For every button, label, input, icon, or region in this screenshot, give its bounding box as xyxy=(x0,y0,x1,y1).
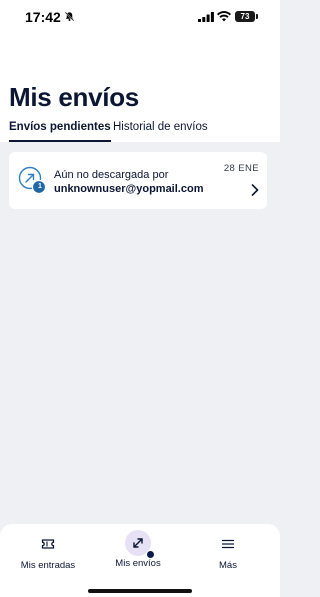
transfer-count-badge: 1 xyxy=(38,183,42,190)
status-bar: 17:42 73 xyxy=(0,0,280,36)
transfer-status: Aún no descargada por xyxy=(54,169,169,181)
nav-label-my-transfers: Mis envíos xyxy=(115,558,161,569)
tab-transfer-history[interactable]: Historial de envíos xyxy=(113,120,208,142)
menu-icon xyxy=(221,539,235,549)
nav-icon-wrap xyxy=(215,532,241,556)
transfer-date: 28 ENE xyxy=(223,163,259,174)
transfer-card[interactable]: 1 Aún no descargada por unknownuser@yopm… xyxy=(9,152,267,209)
nav-icon-wrap xyxy=(35,532,61,556)
muted-bell-icon xyxy=(64,11,75,22)
wifi-icon xyxy=(217,11,231,22)
battery-icon: 73 xyxy=(235,11,255,22)
notification-dot xyxy=(146,550,155,559)
page-header: Mis envíos Envíos pendientes Historial d… xyxy=(0,36,280,142)
battery-tip xyxy=(256,14,258,19)
ticket-icon xyxy=(41,539,55,549)
chevron-right-icon[interactable] xyxy=(250,183,260,197)
page-title: Mis envíos xyxy=(9,82,139,112)
nav-label-more: Más xyxy=(219,560,237,571)
outgoing-arrow-icon xyxy=(18,166,47,195)
home-indicator xyxy=(88,589,192,593)
nav-item-my-tickets[interactable]: Mis entradas xyxy=(8,532,88,576)
nav-item-more[interactable]: Más xyxy=(188,532,268,576)
nav-icon-wrap-active xyxy=(125,530,155,559)
nav-item-my-transfers[interactable]: Mis envíos xyxy=(98,530,178,576)
transfer-arrows-icon xyxy=(133,538,143,548)
bottom-nav: Mis entradas Mis envíos Más xyxy=(0,524,280,597)
status-time: 17:42 xyxy=(25,9,61,25)
transfer-recipient: unknownuser@yopmail.com xyxy=(54,183,204,195)
tab-pending-transfers[interactable]: Envíos pendientes xyxy=(9,120,111,142)
cellular-signal-icon xyxy=(198,12,214,22)
nav-label-my-tickets: Mis entradas xyxy=(20,560,76,571)
